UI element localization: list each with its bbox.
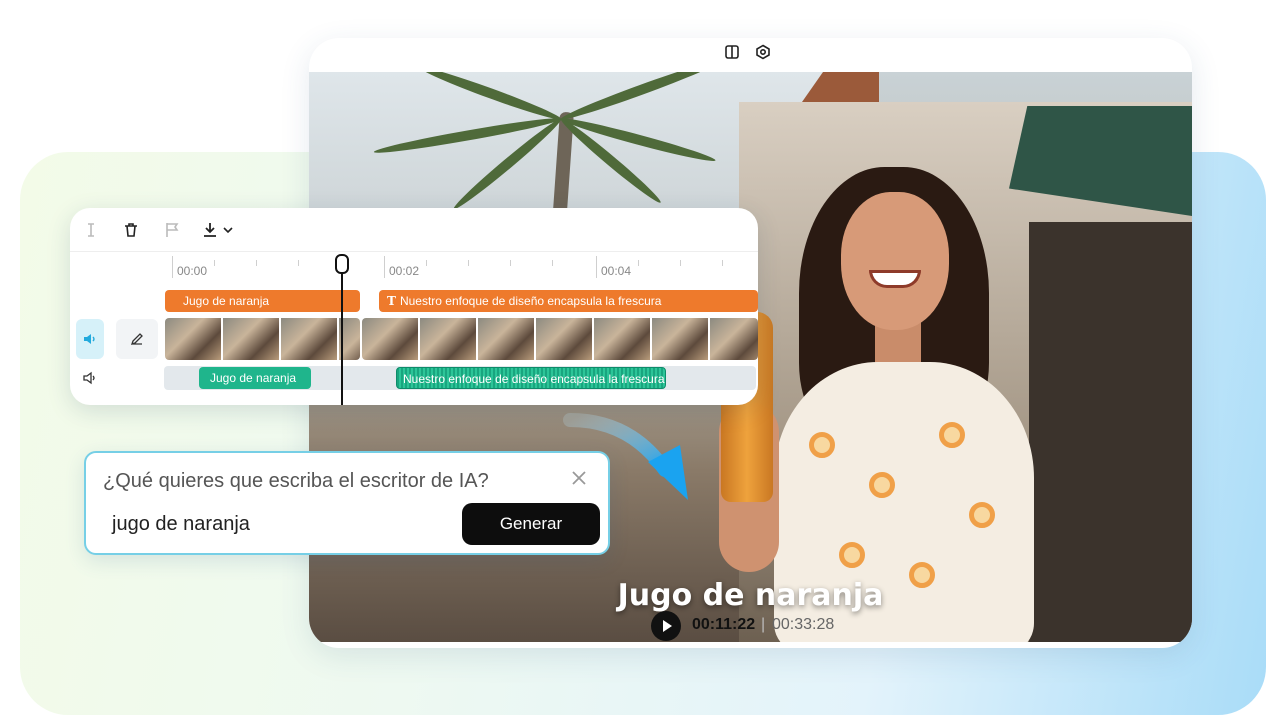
- video-thumbnail: [594, 318, 650, 360]
- split-icon[interactable]: [82, 221, 100, 239]
- video-thumbnail: [281, 318, 337, 360]
- text-clip[interactable]: Jugo de naranja: [165, 290, 360, 312]
- dress-flower: [809, 432, 835, 458]
- timeline-panel: 00:00 00:02 00:04 Jugo de naranja T Nuest…: [70, 208, 758, 405]
- video-thumbnail: [165, 318, 221, 360]
- edit-pen-icon: [130, 333, 143, 346]
- play-button[interactable]: [651, 611, 681, 641]
- video-thumbnail: [362, 318, 418, 360]
- video-clip[interactable]: [165, 318, 360, 360]
- current-time: 00:11:22: [692, 616, 756, 633]
- ruler-tick: [426, 260, 427, 266]
- ruler-major-tick: [172, 256, 173, 278]
- text-clip-label: Nuestro enfoque de diseño encapsula la f…: [399, 294, 662, 308]
- ruler-tick: [638, 260, 639, 266]
- download-icon[interactable]: [201, 221, 219, 239]
- text-clip[interactable]: T Nuestro enfoque de diseño encapsula la …: [379, 290, 758, 312]
- flag-icon[interactable]: [163, 221, 181, 239]
- video-caption: Jugo de naranja: [617, 578, 884, 613]
- total-time: 00:33:28: [772, 616, 835, 633]
- voiceover-clip[interactable]: Jugo de naranja: [199, 367, 311, 389]
- timeline-toolbar: [70, 208, 758, 252]
- text-type-icon: T: [387, 294, 396, 308]
- video-thumbnail: [420, 318, 476, 360]
- video-thumbnail: [536, 318, 592, 360]
- edit-track-button[interactable]: [116, 319, 158, 359]
- playhead-line: [341, 266, 343, 405]
- player-topbar: [309, 38, 1192, 72]
- dress-flower: [939, 422, 965, 448]
- ai-writer-prompt: ¿Qué quieres que escriba el escritor de …: [84, 451, 610, 555]
- timeline-ruler[interactable]: 00:00 00:02 00:04: [70, 252, 758, 282]
- video-clip[interactable]: [362, 318, 758, 360]
- person-face: [841, 192, 949, 330]
- trash-icon[interactable]: [122, 221, 140, 239]
- ruler-label: 00:00: [177, 264, 208, 278]
- ruler-tick: [552, 260, 553, 266]
- generate-button[interactable]: Generar: [462, 503, 600, 545]
- prompt-input[interactable]: jugo de naranja: [112, 513, 250, 536]
- ruler-tick: [680, 260, 681, 266]
- track-mute-button[interactable]: [76, 319, 104, 359]
- playhead-handle[interactable]: [335, 254, 349, 274]
- ruler-major-tick: [596, 256, 597, 278]
- voiceover-clip[interactable]: Nuestro enfoque de diseño encapsula la f…: [396, 367, 666, 389]
- stage: Jugo de naranja 00:11:22 | 00:33:28 00:0…: [0, 0, 1280, 720]
- volume-icon: [84, 334, 95, 344]
- ruler-tick: [510, 260, 511, 266]
- ruler-tick: [256, 260, 257, 266]
- text-clip-label: Jugo de naranja: [183, 294, 270, 308]
- dress-flower: [839, 542, 865, 568]
- dress-flower: [969, 502, 995, 528]
- video-thumbnail: [223, 318, 279, 360]
- ruler-label: 00:04: [601, 264, 632, 278]
- voiceover-clip-label: Nuestro enfoque de diseño encapsula la f…: [403, 372, 665, 386]
- dress-flower: [869, 472, 895, 498]
- ruler-tick: [214, 260, 215, 266]
- close-icon[interactable]: [569, 468, 589, 488]
- speaker-icon[interactable]: [82, 370, 98, 386]
- panel-toggle-icon[interactable]: [724, 44, 740, 60]
- voiceover-clip-label: Jugo de naranja: [210, 371, 297, 385]
- ruler-tick: [722, 260, 723, 266]
- ruler-tick: [468, 260, 469, 266]
- prompt-title: ¿Qué quieres que escriba el escritor de …: [103, 470, 489, 492]
- ruler-tick: [298, 260, 299, 266]
- chevron-down-icon[interactable]: [222, 221, 234, 239]
- settings-hex-icon[interactable]: [755, 44, 771, 60]
- video-thumbnail: [710, 318, 758, 360]
- ruler-major-tick: [384, 256, 385, 278]
- video-thumbnail: [478, 318, 534, 360]
- ruler-label: 00:02: [389, 264, 420, 278]
- time-separator: |: [761, 616, 766, 633]
- video-thumbnail: [652, 318, 708, 360]
